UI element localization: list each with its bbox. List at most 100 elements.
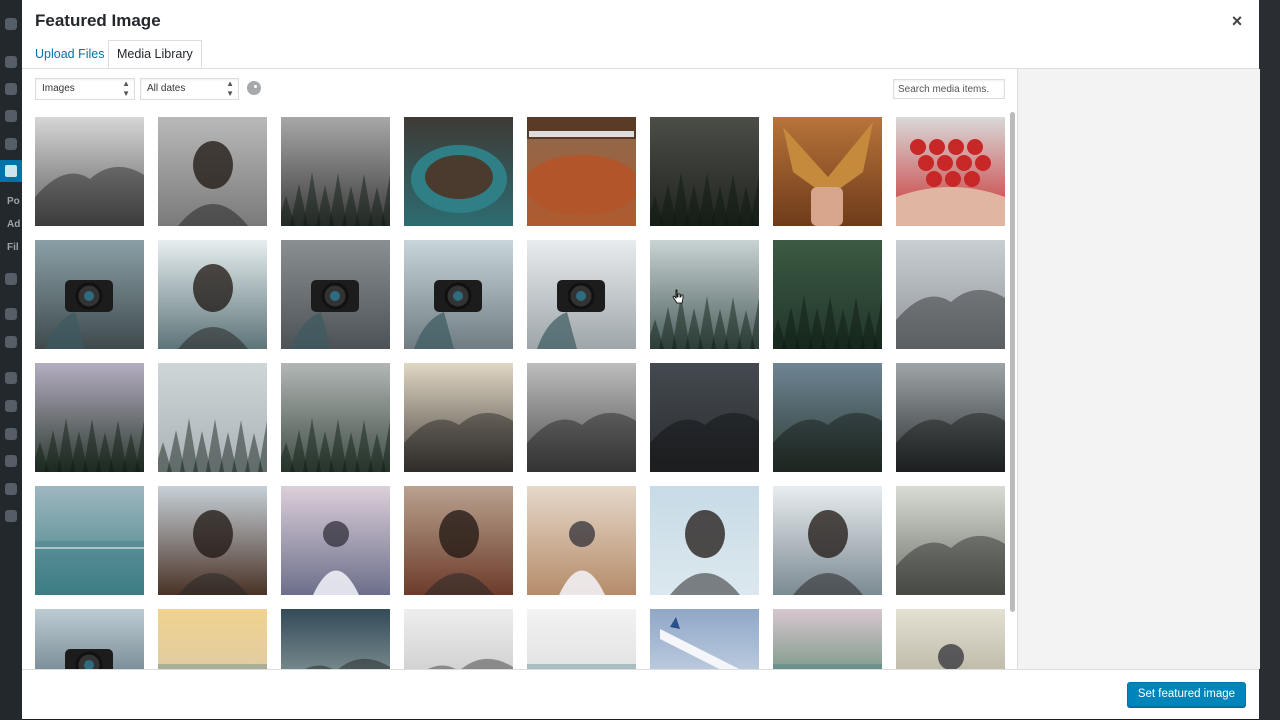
- attachment-thumbnail[interactable]: [35, 363, 144, 472]
- media-type-select[interactable]: Images ▲ ▼: [35, 78, 135, 100]
- attachment-thumbnail[interactable]: [404, 486, 513, 595]
- media-type-value: Images: [42, 83, 75, 94]
- modal-footer: Set featured image: [22, 669, 1259, 719]
- collapse-icon[interactable]: [5, 510, 17, 522]
- attachment-image: [773, 609, 882, 669]
- edit-icon[interactable]: [5, 400, 17, 412]
- tab-media-library[interactable]: Media Library: [108, 40, 202, 68]
- date-filter-select[interactable]: All dates ▲ ▼: [140, 78, 239, 100]
- attachment-thumbnail[interactable]: [896, 363, 1005, 472]
- attachment-image: [527, 486, 636, 595]
- attachment-thumbnail[interactable]: [404, 117, 513, 226]
- attachment-thumbnail[interactable]: [281, 486, 390, 595]
- attachment-thumbnail[interactable]: [773, 240, 882, 349]
- users-icon[interactable]: [5, 428, 17, 440]
- attachment-image: [281, 363, 390, 472]
- attachment-thumbnail[interactable]: [773, 609, 882, 669]
- attachment-image: [896, 240, 1005, 349]
- attachment-image: [650, 240, 759, 349]
- wrench-icon[interactable]: [5, 455, 17, 467]
- attachments-grid: [22, 110, 1008, 669]
- admin-menu-label[interactable]: Ad: [7, 219, 20, 230]
- attachment-image: [527, 609, 636, 669]
- attachment-thumbnail[interactable]: [773, 117, 882, 226]
- attachment-thumbnail[interactable]: [404, 609, 513, 669]
- attachment-image: [404, 363, 513, 472]
- attachment-thumbnail[interactable]: [404, 363, 513, 472]
- attachment-image: [35, 609, 144, 669]
- attachment-thumbnail[interactable]: [35, 240, 144, 349]
- posts-icon[interactable]: [0, 160, 22, 182]
- attachment-image: [158, 609, 267, 669]
- attachment-image: [158, 486, 267, 595]
- mail-icon[interactable]: [5, 273, 17, 285]
- attachment-thumbnail[interactable]: [527, 486, 636, 595]
- close-icon[interactable]: ×: [1227, 11, 1247, 31]
- attachment-image: [773, 363, 882, 472]
- attachment-thumbnail[interactable]: [158, 240, 267, 349]
- attachment-image: [281, 240, 390, 349]
- pages-icon[interactable]: [5, 110, 17, 122]
- attachment-thumbnail[interactable]: [650, 240, 759, 349]
- attachment-image: [773, 117, 882, 226]
- attachment-thumbnail[interactable]: [281, 609, 390, 669]
- set-featured-image-button[interactable]: Set featured image: [1126, 682, 1246, 707]
- attachment-thumbnail[interactable]: [527, 117, 636, 226]
- attachment-thumbnail[interactable]: [896, 240, 1005, 349]
- attachment-thumbnail[interactable]: [281, 240, 390, 349]
- comments-icon[interactable]: [5, 138, 17, 150]
- attachment-image: [527, 240, 636, 349]
- tab-upload-files[interactable]: Upload Files: [27, 40, 112, 68]
- attachment-thumbnail[interactable]: [773, 363, 882, 472]
- attachment-thumbnail[interactable]: [527, 363, 636, 472]
- loading-spinner-icon: [247, 81, 261, 95]
- attachment-thumbnail[interactable]: [650, 117, 759, 226]
- attachment-thumbnail[interactable]: [896, 117, 1005, 226]
- attachment-image: [896, 117, 1005, 226]
- attachment-image: [650, 363, 759, 472]
- attachment-thumbnail[interactable]: [404, 240, 513, 349]
- attachment-thumbnail[interactable]: [650, 486, 759, 595]
- attachment-thumbnail[interactable]: [896, 486, 1005, 595]
- attachment-image: [281, 117, 390, 226]
- attachment-image: [650, 486, 759, 595]
- attachment-thumbnail[interactable]: [158, 363, 267, 472]
- pin-icon[interactable]: [5, 56, 17, 68]
- attachment-thumbnail[interactable]: [650, 609, 759, 669]
- search-input[interactable]: [893, 79, 1005, 99]
- attachment-thumbnail[interactable]: [35, 486, 144, 595]
- tools-icon[interactable]: [5, 372, 17, 384]
- attachment-thumbnail[interactable]: [158, 609, 267, 669]
- attachment-thumbnail[interactable]: [158, 117, 267, 226]
- attachment-image: [650, 117, 759, 226]
- attachment-thumbnail[interactable]: [158, 486, 267, 595]
- dashboard-icon[interactable]: [5, 18, 17, 30]
- attachment-image: [527, 117, 636, 226]
- attachment-thumbnail[interactable]: [527, 240, 636, 349]
- attachment-image: [404, 240, 513, 349]
- attachment-thumbnail[interactable]: [281, 363, 390, 472]
- settings-icon[interactable]: [5, 483, 17, 495]
- attachment-image: [158, 363, 267, 472]
- media-modal: Featured Image × Upload Files Media Libr…: [22, 0, 1260, 719]
- scrollbar[interactable]: [1010, 112, 1015, 612]
- attachment-thumbnail[interactable]: [281, 117, 390, 226]
- admin-menu-label[interactable]: Po: [7, 196, 20, 207]
- admin-menu-label[interactable]: Fil: [7, 242, 19, 253]
- attachment-thumbnail[interactable]: [650, 363, 759, 472]
- attachment-thumbnail[interactable]: [527, 609, 636, 669]
- attachment-thumbnail[interactable]: [35, 117, 144, 226]
- plugins-icon[interactable]: [5, 336, 17, 348]
- media-icon[interactable]: [5, 83, 17, 95]
- attachment-thumbnail[interactable]: [773, 486, 882, 595]
- modal-title: Featured Image: [35, 11, 161, 30]
- admin-sidebar: Po Ad Fil: [0, 0, 22, 720]
- attachment-thumbnail[interactable]: [35, 609, 144, 669]
- attachment-image: [35, 117, 144, 226]
- appearance-icon[interactable]: [5, 308, 17, 320]
- attachment-image: [158, 117, 267, 226]
- attachment-image: [896, 363, 1005, 472]
- attachment-thumbnail[interactable]: [896, 609, 1005, 669]
- attachment-image: [650, 609, 759, 669]
- attachment-image: [35, 486, 144, 595]
